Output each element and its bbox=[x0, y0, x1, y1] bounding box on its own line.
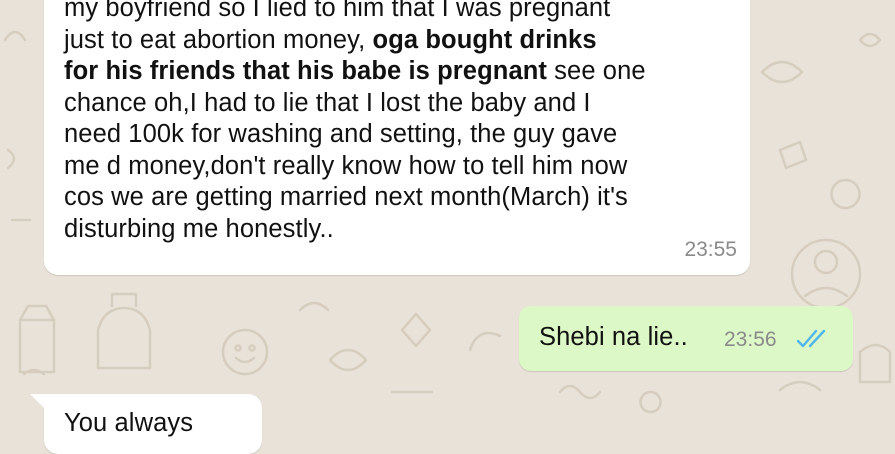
message-line: me d money,don't really know how to tell… bbox=[64, 151, 646, 183]
message-text: You always bbox=[64, 409, 194, 437]
text-span: my boyfriend so I lied to him that I was… bbox=[64, 0, 611, 22]
bold-text-span: for his friends that his babe is pregnan… bbox=[64, 57, 547, 85]
message-line: disturbing me honestly.. bbox=[64, 214, 646, 246]
text-span: need 100k for washing and setting, the g… bbox=[64, 120, 618, 148]
message-timestamp: 23:55 bbox=[684, 238, 737, 261]
text-span: me d money,don't really know how to tell… bbox=[64, 151, 628, 180]
message-line: cos we are getting married next month(Ma… bbox=[64, 182, 646, 214]
text-span: cos we are getting married next month(Ma… bbox=[64, 183, 628, 211]
incoming-message-bubble[interactable]: my boyfriend so I lied to him that I was… bbox=[44, 0, 750, 275]
text-span: see one bbox=[547, 57, 646, 85]
bold-text-span: oga bought drinks bbox=[372, 25, 597, 54]
text-span: chance oh,I had to lie that I lost the b… bbox=[64, 88, 591, 117]
message-line: need 100k for washing and setting, the g… bbox=[64, 119, 646, 151]
incoming-message-bubble[interactable]: You always bbox=[44, 394, 262, 454]
message-line: for his friends that his babe is pregnan… bbox=[64, 56, 646, 88]
text-span: disturbing me honestly.. bbox=[64, 214, 334, 243]
message-line: just to eat abortion money, oga bought d… bbox=[64, 25, 646, 57]
message-line: chance oh,I had to lie that I lost the b… bbox=[64, 88, 646, 120]
text-span: just to eat abortion money, bbox=[64, 25, 373, 54]
message-timestamp: 23:56 bbox=[724, 328, 777, 351]
double-check-read-icon bbox=[795, 328, 831, 350]
message-text: Shebi na lie.. bbox=[539, 323, 688, 351]
message-line: my boyfriend so I lied to him that I was… bbox=[64, 0, 646, 25]
outgoing-message-bubble[interactable]: Shebi na lie.. 23:56 bbox=[519, 306, 853, 371]
bubble-tail bbox=[30, 394, 46, 410]
message-text: my boyfriend so I lied to him that I was… bbox=[64, 0, 646, 245]
